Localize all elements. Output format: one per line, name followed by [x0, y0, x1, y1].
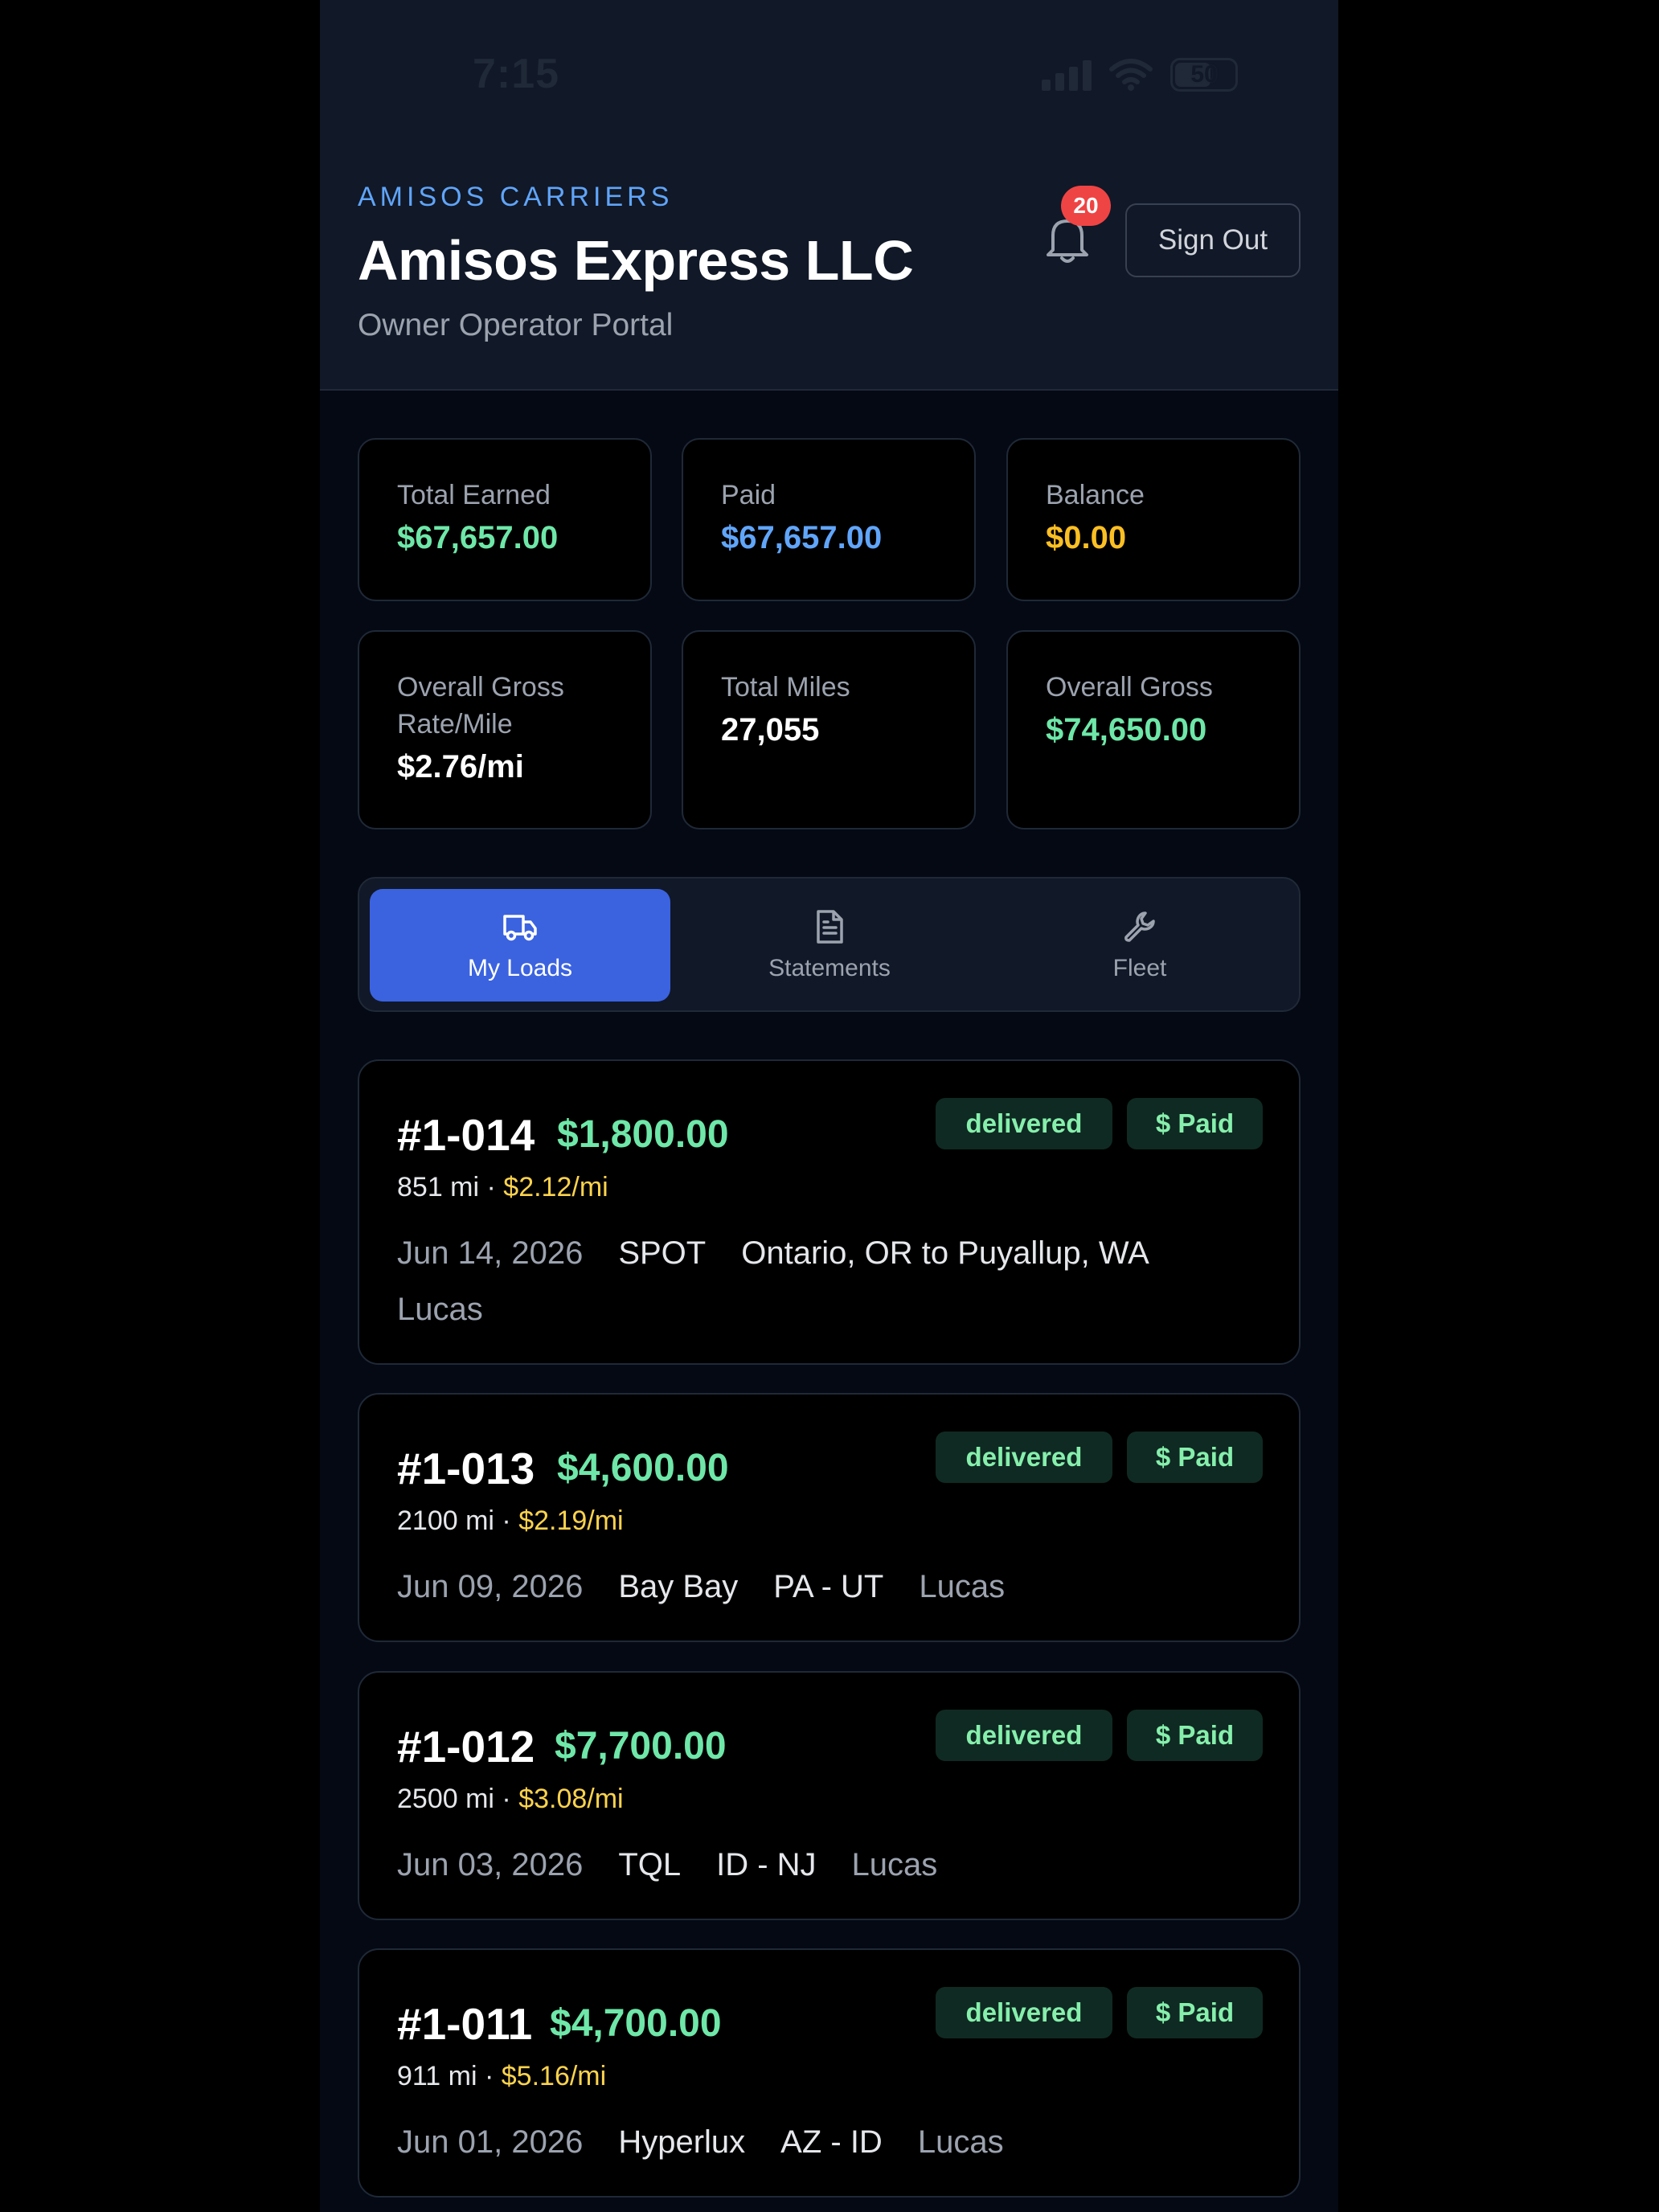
sign-out-button[interactable]: Sign Out [1125, 203, 1301, 277]
document-icon [817, 910, 843, 944]
payment-badge: $ Paid [1127, 1432, 1263, 1483]
battery-level: 50 [1190, 61, 1218, 88]
status-time: 7:15 [473, 51, 560, 97]
separator: · [486, 1172, 496, 1202]
stat-value: $0.00 [1046, 520, 1127, 555]
load-rate: $2.19/mi [518, 1505, 624, 1536]
wrench-icon [1124, 911, 1155, 942]
company-name: Amisos Express LLC [358, 229, 914, 292]
load-card[interactable]: #1-014 $1,800.00 delivered $ Paid 851 mi… [358, 1059, 1301, 1365]
tab-fleet[interactable]: Fleet [989, 889, 1290, 1002]
tab-statements[interactable]: Statements [679, 889, 980, 1002]
battery-icon: 50 [1170, 58, 1238, 92]
status-badge: delivered [936, 1710, 1112, 1761]
status-badge: delivered [936, 1098, 1112, 1149]
load-driver: Lucas [919, 1569, 1006, 1604]
load-miles: 911 mi [397, 2061, 477, 2091]
load-route: AZ - ID [780, 2124, 883, 2160]
load-number: #1-014 [397, 1110, 535, 1160]
load-amount: $4,700.00 [550, 2002, 722, 2045]
load-meta: Jun 09, 2026 Bay Bay PA - UT Lucas [397, 1559, 1249, 1615]
load-amount: $4,600.00 [557, 1447, 729, 1489]
load-number: #1-011 [397, 1999, 533, 2049]
load-driver: Lucas [851, 1847, 938, 1882]
load-card[interactable]: #1-012 $7,700.00 delivered $ Paid 2500 m… [358, 1671, 1301, 1920]
load-route: ID - NJ [716, 1847, 817, 1882]
load-broker: Bay Bay [618, 1569, 739, 1604]
stat-label: Overall Gross Rate/Mile [397, 672, 564, 739]
load-driver: Lucas [917, 2124, 1004, 2160]
load-number: #1-012 [397, 1722, 535, 1772]
tab-bar: My Loads Statements Fleet [358, 877, 1301, 1012]
load-meta: Jun 14, 2026 SPOT Ontario, OR to Puyallup,… [397, 1225, 1249, 1337]
load-broker: Hyperlux [618, 2124, 746, 2160]
load-miles-rate: 2100 mi · $2.19/mi [397, 1505, 624, 1537]
stat-total-miles: Total Miles 27,055 [682, 630, 976, 830]
stat-value: $2.76/mi [397, 749, 524, 784]
load-meta: Jun 03, 2026 TQL ID - NJ Lucas [397, 1837, 1249, 1893]
stat-total-earned: Total Earned $67,657.00 [358, 438, 652, 601]
load-rate: $3.08/mi [518, 1784, 624, 1814]
load-miles: 851 mi [397, 1172, 480, 1202]
stat-label: Total Earned [397, 480, 551, 510]
signal-icon [1042, 59, 1092, 91]
separator: · [502, 1784, 511, 1814]
load-broker: TQL [618, 1847, 682, 1882]
app-header: 7:15 50 AMISOS CARRIERS Amisos Express L… [320, 0, 1338, 391]
tab-label: My Loads [467, 955, 573, 981]
stat-value: $67,657.00 [397, 520, 559, 555]
load-amount: $1,800.00 [557, 1113, 729, 1156]
status-badge: delivered [936, 1987, 1112, 2038]
load-miles: 2500 mi [397, 1784, 494, 1814]
load-miles-rate: 2500 mi · $3.08/mi [397, 1784, 624, 1815]
truck-icon [503, 915, 537, 941]
load-date: Jun 09, 2026 [397, 1569, 584, 1604]
payment-badge: $ Paid [1127, 1710, 1263, 1761]
load-amount: $7,700.00 [555, 1725, 727, 1768]
notification-badge: 20 [1061, 186, 1111, 226]
load-miles-rate: 911 mi · $5.16/mi [397, 2061, 606, 2092]
stat-label: Paid [721, 480, 776, 510]
separator: · [502, 1505, 511, 1536]
load-route: PA - UT [773, 1569, 884, 1604]
tab-label: Fleet [1112, 955, 1167, 981]
status-badge: delivered [936, 1432, 1112, 1483]
load-rate: $5.16/mi [501, 2061, 607, 2091]
status-icons: 50 [1042, 55, 1238, 95]
load-date: Jun 01, 2026 [397, 2124, 584, 2160]
stat-value: $67,657.00 [721, 520, 883, 555]
tab-my-loads[interactable]: My Loads [370, 889, 670, 1002]
stat-value: 27,055 [721, 712, 820, 748]
phone-screen: 7:15 50 AMISOS CARRIERS Amisos Express L… [320, 0, 1338, 2212]
load-driver: Lucas [397, 1292, 483, 1327]
load-miles: 2100 mi [397, 1505, 494, 1536]
stat-label: Balance [1046, 480, 1145, 510]
brand-label: AMISOS CARRIERS [358, 182, 674, 212]
load-broker: SPOT [618, 1235, 707, 1271]
load-rate: $2.12/mi [503, 1172, 608, 1202]
payment-badge: $ Paid [1127, 1987, 1263, 2038]
separator: · [484, 2061, 494, 2091]
load-number: #1-013 [397, 1444, 535, 1493]
load-meta: Jun 01, 2026 Hyperlux AZ - ID Lucas [397, 2114, 1249, 2170]
load-card[interactable]: #1-011 $4,700.00 delivered $ Paid 911 mi… [358, 1948, 1301, 2198]
stat-overall-gross: Overall Gross $74,650.00 [1006, 630, 1301, 830]
tab-label: Statements [768, 955, 891, 981]
stat-label: Overall Gross [1046, 672, 1213, 703]
stat-paid: Paid $67,657.00 [682, 438, 976, 601]
load-miles-rate: 851 mi · $2.12/mi [397, 1172, 608, 1203]
load-date: Jun 03, 2026 [397, 1847, 584, 1882]
payment-badge: $ Paid [1127, 1098, 1263, 1149]
load-card[interactable]: #1-013 $4,600.00 delivered $ Paid 2100 m… [358, 1393, 1301, 1642]
load-route: Ontario, OR to Puyallup, WA [741, 1235, 1149, 1271]
stat-value: $74,650.00 [1046, 712, 1207, 748]
load-date: Jun 14, 2026 [397, 1235, 584, 1271]
stat-gross-rate: Overall Gross Rate/Mile $2.76/mi [358, 630, 652, 830]
wifi-icon [1109, 59, 1153, 91]
stat-label: Total Miles [721, 672, 850, 703]
stat-balance: Balance $0.00 [1006, 438, 1301, 601]
portal-subtitle: Owner Operator Portal [358, 308, 674, 342]
